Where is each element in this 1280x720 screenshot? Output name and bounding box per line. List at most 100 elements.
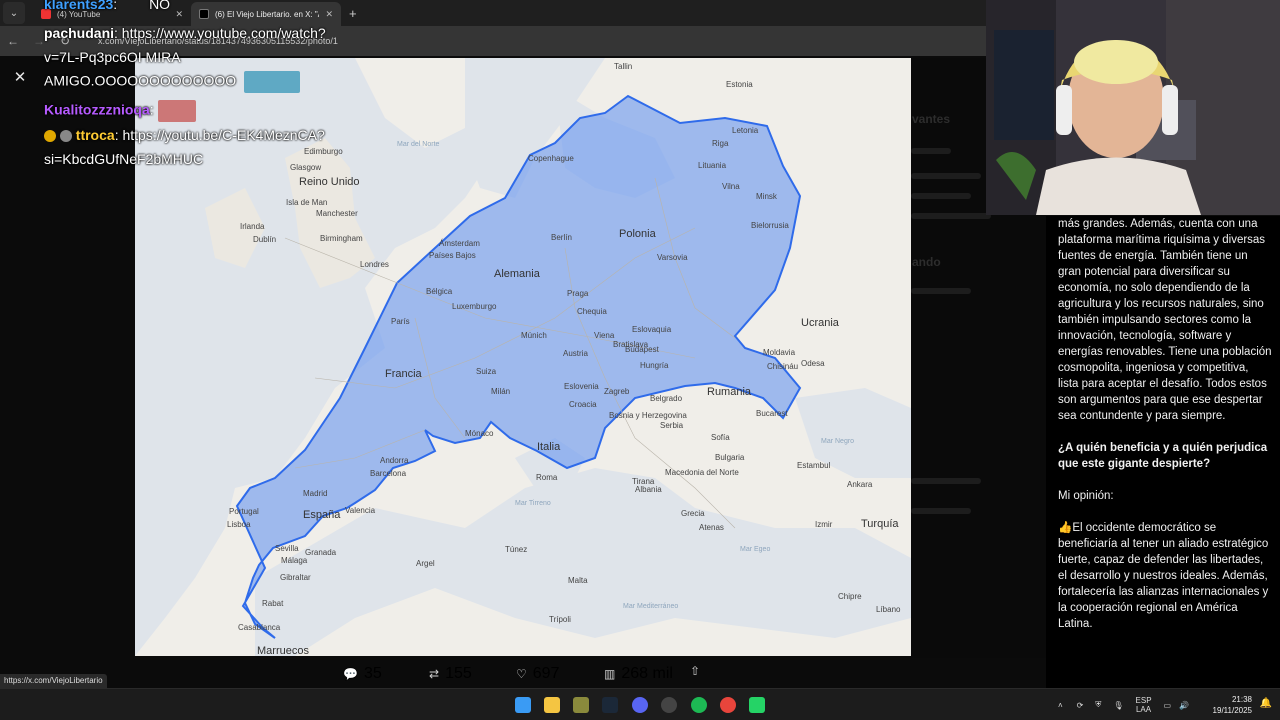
map-sea-label: Mar Negro <box>821 438 855 445</box>
chat-separator: : <box>113 0 118 12</box>
map-label: Bélgica <box>426 287 453 296</box>
map-label: Lituania <box>698 161 727 170</box>
like-button[interactable]: ♡ 697 <box>516 665 559 683</box>
tab-x-post[interactable]: (6) El Viejo Libertario. en X: "AR ✕ <box>191 2 341 26</box>
map-label: Riga <box>712 139 729 148</box>
europe-map-image[interactable]: Reino Unido Irlanda Alemania Polonia Fra… <box>135 58 911 656</box>
map-label: Minsk <box>756 192 777 201</box>
map-label: Sofía <box>711 433 730 442</box>
kick-icon[interactable] <box>749 697 765 713</box>
map-label: Viena <box>594 331 615 340</box>
map-label: Albania <box>635 485 662 494</box>
sync-icon[interactable]: ⟳ <box>1077 701 1084 710</box>
chat-text: NO <box>149 0 171 12</box>
dimmed-heading: ando <box>912 255 941 269</box>
map-label: Irlanda <box>240 222 265 231</box>
share-button[interactable]: ⇧ <box>690 664 700 678</box>
tab-search-icon[interactable]: ⌄ <box>3 2 25 24</box>
map-label: Ankara <box>847 480 873 489</box>
view-count: 268 mil <box>621 665 673 682</box>
map-label: Bucarest <box>756 409 788 418</box>
repost-count: 155 <box>445 665 472 682</box>
map-label: Casablanca <box>238 623 281 632</box>
x-icon <box>199 9 209 19</box>
post-question: ¿A quién beneficia y a quién perjudica q… <box>1058 442 1268 470</box>
notification-icon[interactable]: 🔔 <box>1260 698 1272 709</box>
file-explorer-icon[interactable] <box>544 697 560 713</box>
map-label: Austria <box>563 349 588 358</box>
chat-message: klarents23: NO <box>44 0 170 13</box>
map-label: Malta <box>568 576 588 585</box>
chat-text: si=KbcdGUfNeF2bMHUC <box>44 151 204 167</box>
network-icon[interactable]: ▭ <box>1164 701 1172 710</box>
chat-separator: : <box>114 127 119 143</box>
map-label: Marruecos <box>257 645 309 656</box>
chat-message: AMIGO.OOOOOOOOOOOOO <box>44 71 301 93</box>
map-label: Birmingham <box>320 234 363 243</box>
chat-text: https://www.youtube.com/watch? <box>121 25 326 41</box>
status-bar-url: https://x.com/ViejoLibertario <box>0 674 107 688</box>
badge-icon <box>59 130 72 143</box>
map-label: Budapest <box>625 345 659 354</box>
microphone-icon[interactable]: 🎙 <box>1113 701 1123 710</box>
app-icon[interactable] <box>573 697 589 713</box>
views-chart-icon: ▥ <box>604 667 616 681</box>
chat-text: v=7L-Pq3pc6OI MIRA <box>44 49 181 65</box>
spotify-icon[interactable] <box>691 697 707 713</box>
volume-icon[interactable]: 🔊 <box>1179 701 1189 710</box>
shield-icon[interactable]: ⛨ <box>1095 700 1101 710</box>
map-sea-label: Mar Egeo <box>740 546 771 553</box>
map-label: Países Bajos <box>429 251 476 260</box>
map-label: París <box>391 317 410 326</box>
map-label: Ucrania <box>801 317 839 329</box>
language-indicator[interactable]: ESP LAA <box>1136 696 1152 714</box>
map-label: Zagreb <box>604 387 630 396</box>
lang-code: ESP <box>1135 696 1152 705</box>
map-label: Barcelona <box>370 469 407 478</box>
map-label: Chequia <box>577 307 607 316</box>
map-label: Reino Unido <box>299 176 360 188</box>
map-label: Alemania <box>494 268 540 280</box>
chevron-up-icon[interactable]: ˄ <box>1058 701 1063 710</box>
map-graphic <box>135 58 911 656</box>
map-sea-label: Mar Tirreno <box>515 500 551 507</box>
map-label: Andorra <box>380 456 409 465</box>
map-label: Letonia <box>732 126 759 135</box>
map-label: Estambul <box>797 461 831 470</box>
reply-button[interactable]: 💬 35 <box>343 665 382 683</box>
map-label: Bielorrusia <box>751 221 789 230</box>
close-tab-icon[interactable]: ✕ <box>175 9 183 20</box>
map-sea-label: Mar del Norte <box>397 141 440 148</box>
windows-start-icon[interactable] <box>515 697 531 713</box>
map-label: Italia <box>537 441 561 453</box>
obs-icon[interactable] <box>661 697 677 713</box>
tab-title: (6) El Viejo Libertario. en X: "AR <box>215 9 320 19</box>
map-label: Valencia <box>345 506 376 515</box>
repost-button[interactable]: ⇄ 155 <box>429 665 472 683</box>
views-button[interactable]: ▥ 268 mil <box>604 665 673 683</box>
windows-taskbar: ˄ ⟳ ⛨ 🎙 ESP LAA ▭ 🔊 21:38 19/11/2025 🔔 <box>0 688 1280 720</box>
back-arrow-icon[interactable]: ← <box>0 34 26 48</box>
close-icon[interactable]: ✕ <box>10 70 30 86</box>
new-tab-button[interactable]: + <box>349 6 357 21</box>
steam-icon[interactable] <box>602 697 618 713</box>
post-paragraph: Mi opinión: <box>1058 490 1114 502</box>
discord-icon[interactable] <box>632 697 648 713</box>
map-label: Gibraltar <box>280 573 311 582</box>
close-tab-icon[interactable]: ✕ <box>325 9 333 20</box>
map-label: Francia <box>385 368 422 380</box>
map-label: Isla de Man <box>286 198 328 207</box>
chrome-icon[interactable] <box>720 697 736 713</box>
clock[interactable]: 21:38 19/11/2025 <box>1213 694 1252 716</box>
map-label: Berlín <box>551 233 572 242</box>
map-label: Atenas <box>699 523 724 532</box>
map-label: Izmir <box>815 520 833 529</box>
map-label: Edimburgo <box>304 147 343 156</box>
map-label: Croacia <box>569 400 597 409</box>
map-label: Eslovaquia <box>632 325 672 334</box>
map-label: Tirana <box>632 477 655 486</box>
map-label: Moldavia <box>763 348 796 357</box>
chat-username: Kualitozzznioqa <box>44 101 150 118</box>
map-label: Suiza <box>476 367 497 376</box>
map-label: Argel <box>416 559 435 568</box>
